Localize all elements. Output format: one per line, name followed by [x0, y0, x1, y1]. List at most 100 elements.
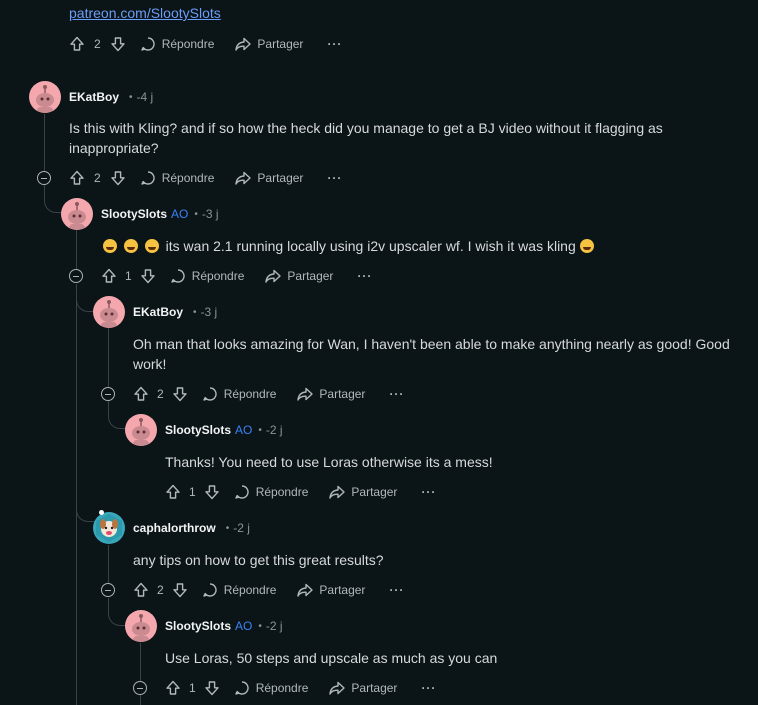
snoo-avatar-icon	[132, 418, 150, 446]
upvote-button[interactable]	[133, 582, 149, 598]
comment-body: Use Loras, 50 steps and upscale as much …	[165, 650, 498, 666]
arrow-down-icon	[140, 269, 155, 284]
arrow-down-icon	[172, 387, 187, 402]
share-icon	[297, 387, 314, 401]
comment-icon	[140, 171, 155, 185]
comment-body: its wan 2.1 running locally using i2v up…	[165, 238, 576, 254]
share-button[interactable]: Partager	[296, 386, 365, 402]
avatar[interactable]	[61, 198, 93, 230]
share-button[interactable]: Partager	[328, 484, 397, 500]
share-label: Partager	[319, 583, 366, 597]
comment-icon	[202, 387, 217, 401]
arrow-up-icon	[134, 582, 148, 597]
avatar[interactable]	[125, 414, 157, 446]
timestamp: -2 j	[265, 423, 283, 437]
author-name[interactable]: SlootySlots	[165, 423, 231, 437]
avatar[interactable]	[93, 512, 125, 544]
share-label: Partager	[351, 681, 398, 695]
collapse-thread-button[interactable]	[101, 387, 115, 401]
more-options-button[interactable]: ···	[389, 583, 404, 597]
snoo-avatar-icon	[36, 85, 54, 113]
thread-line	[140, 695, 141, 705]
author-name[interactable]: SlootySlots	[101, 207, 167, 221]
reply-button[interactable]: Répondre	[140, 36, 215, 52]
upvote-button[interactable]	[101, 268, 117, 284]
arrow-up-icon	[134, 386, 148, 401]
downvote-button[interactable]	[204, 680, 220, 696]
grinning-emoji-icon	[579, 239, 594, 253]
collapse-thread-button[interactable]	[133, 681, 147, 695]
share-button[interactable]: Partager	[234, 36, 303, 52]
collapse-thread-button[interactable]	[101, 583, 115, 597]
share-button[interactable]: Partager	[296, 582, 365, 598]
share-label: Partager	[351, 485, 398, 499]
reply-button[interactable]: Répondre	[202, 386, 276, 402]
upvote-button[interactable]	[165, 680, 181, 696]
arrow-up-icon	[70, 36, 84, 51]
timestamp: -3 j	[201, 207, 219, 221]
reply-button[interactable]: Répondre	[202, 582, 276, 598]
comment-meta: SlootySlots AO • -2 j	[165, 617, 283, 635]
more-options-button[interactable]: ···	[421, 681, 436, 695]
action-bar: 2 Répondre Partager ···	[69, 168, 342, 188]
share-button[interactable]: Partager	[234, 170, 303, 186]
more-options-button[interactable]: ···	[327, 171, 342, 185]
arrow-down-icon	[110, 171, 125, 186]
downvote-button[interactable]	[172, 386, 188, 402]
thread-line	[76, 230, 77, 270]
share-label: Partager	[257, 37, 304, 51]
share-button[interactable]: Partager	[264, 268, 333, 284]
upvote-button[interactable]	[133, 386, 149, 402]
reply-label: Répondre	[161, 37, 215, 51]
reply-button[interactable]: Répondre	[234, 680, 308, 696]
snoo-avatar-icon	[100, 300, 118, 328]
timestamp: -4 j	[136, 90, 154, 104]
thread-line	[44, 114, 45, 172]
comment-body: any tips on how to get this great result…	[133, 552, 384, 568]
timestamp: -3 j	[200, 305, 218, 319]
share-icon	[329, 681, 346, 695]
share-icon	[329, 485, 346, 499]
separator-dot: •	[129, 91, 133, 103]
downvote-button[interactable]	[110, 170, 126, 186]
comment-meta: caphalorthrow • -2 j	[133, 519, 250, 537]
thread-connector	[76, 311, 99, 522]
comment-body: Is this with Kling? and if so how the he…	[69, 120, 663, 156]
arrow-up-icon	[70, 170, 84, 185]
upvote-button[interactable]	[165, 484, 181, 500]
avatar[interactable]	[125, 610, 157, 642]
reply-button[interactable]: Répondre	[234, 484, 309, 500]
downvote-button[interactable]	[140, 268, 156, 284]
more-options-button[interactable]: ···	[389, 387, 404, 401]
share-button[interactable]: Partager	[328, 680, 397, 696]
more-options-button[interactable]: ···	[357, 269, 372, 283]
action-bar: 2 Répondre Partager ···	[69, 34, 342, 54]
arrow-down-icon	[204, 485, 219, 500]
patreon-link[interactable]: patreon.com/SlootySlots	[69, 5, 221, 21]
arrow-up-icon	[102, 268, 116, 283]
vote-count: 1	[189, 485, 196, 499]
downvote-button[interactable]	[204, 484, 220, 500]
downvote-button[interactable]	[110, 36, 126, 52]
avatar[interactable]	[29, 81, 61, 113]
author-name[interactable]: SlootySlots	[165, 619, 231, 633]
collapse-thread-button[interactable]	[69, 269, 83, 283]
reply-button[interactable]: Répondre	[170, 268, 245, 284]
more-options-button[interactable]: ···	[327, 37, 342, 51]
grinning-emoji-icon	[103, 239, 117, 253]
reply-label: Répondre	[191, 269, 245, 283]
op-badge: AO	[235, 619, 253, 633]
reply-button[interactable]: Répondre	[140, 170, 214, 186]
upvote-button[interactable]	[69, 36, 85, 52]
upvote-button[interactable]	[69, 170, 85, 186]
downvote-button[interactable]	[172, 582, 188, 598]
avatar[interactable]	[93, 296, 125, 328]
reply-label: Répondre	[255, 485, 309, 499]
more-options-button[interactable]: ···	[421, 485, 436, 499]
op-badge: AO	[235, 423, 253, 437]
action-bar: 1 Répondre Partager ···	[101, 266, 372, 286]
author-name[interactable]: EKatBoy	[69, 90, 119, 104]
author-name[interactable]: EKatBoy	[133, 305, 183, 319]
author-name[interactable]: caphalorthrow	[133, 521, 216, 535]
collapse-thread-button[interactable]	[37, 171, 51, 185]
